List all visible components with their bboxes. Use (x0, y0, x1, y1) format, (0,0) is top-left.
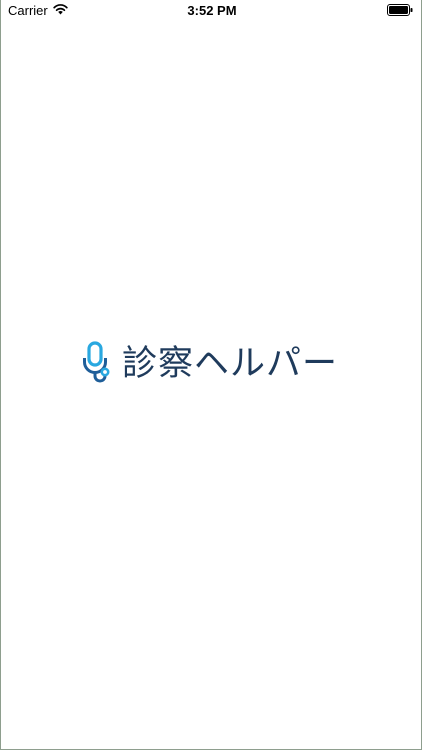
stethoscope-icon (83, 341, 110, 383)
splash-screen: Carrier 3:52 PM 診察ヘルパー (0, 0, 422, 750)
app-logo: 診察ヘルパー (81, 341, 343, 387)
status-bar: Carrier 3:52 PM (1, 0, 421, 22)
status-time: 3:52 PM (187, 3, 237, 18)
battery-icon (387, 4, 413, 16)
app-name: 診察ヘルパー (122, 344, 339, 384)
